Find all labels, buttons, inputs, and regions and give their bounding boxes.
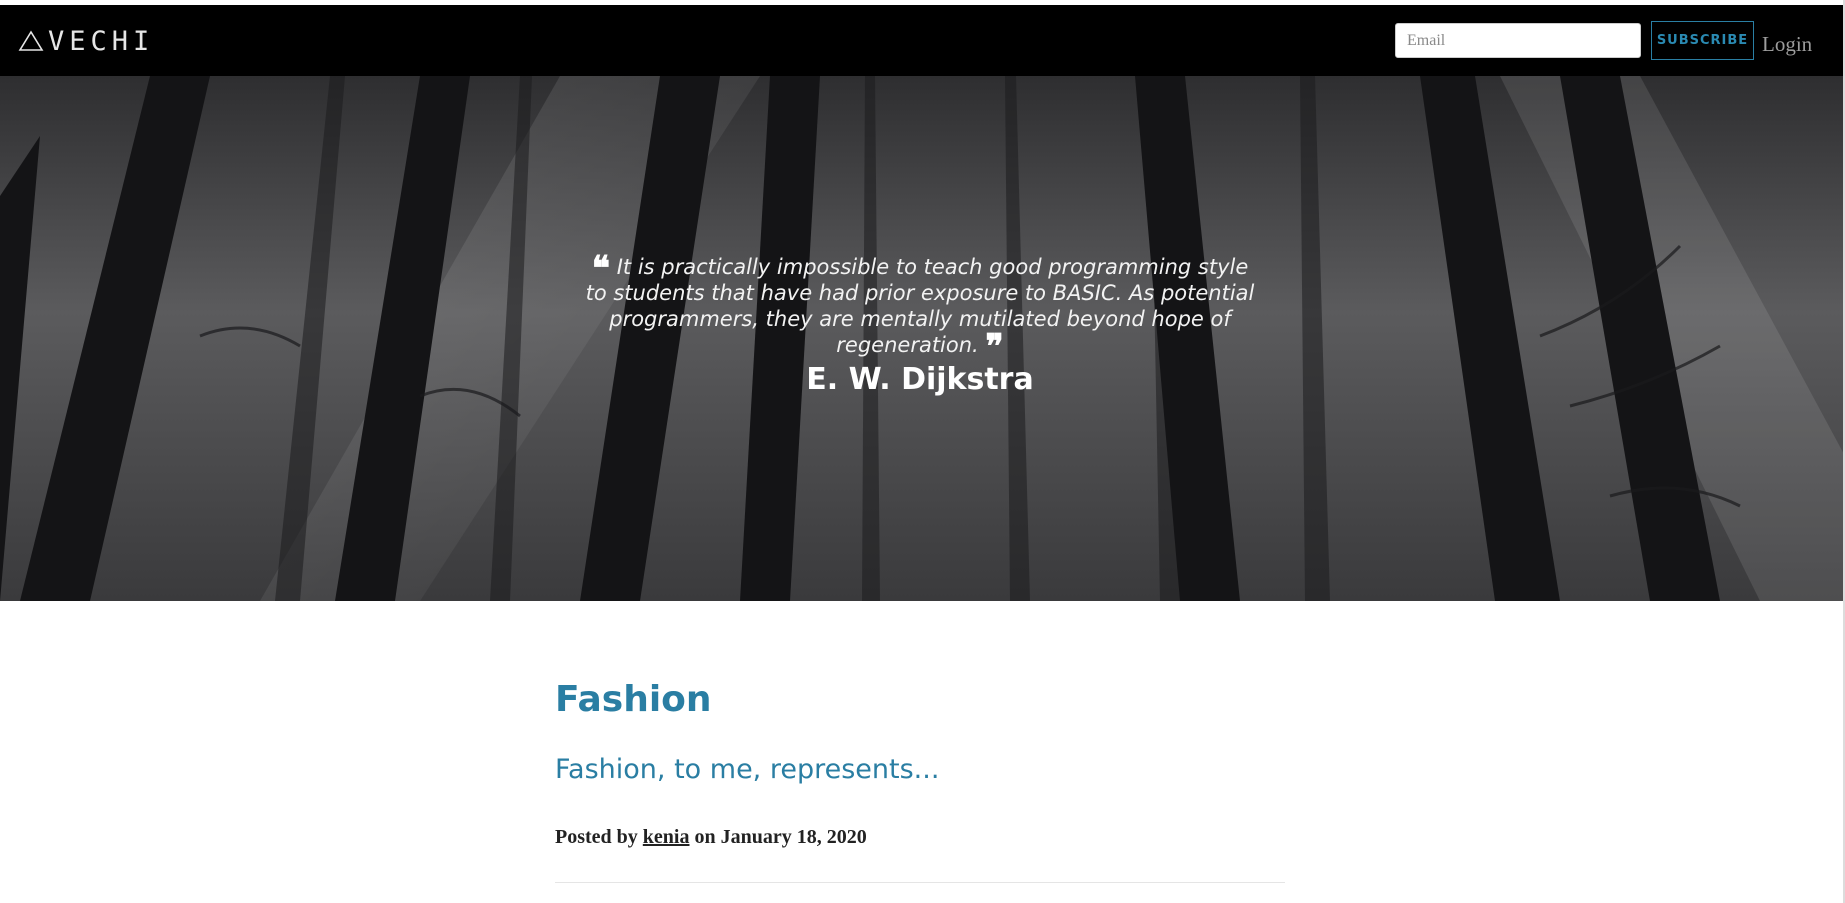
- post-date: January 18, 2020: [720, 826, 867, 848]
- post-author-link[interactable]: kenia: [643, 826, 690, 848]
- hero-banner: ❝ It is practically impossible to teach …: [0, 76, 1845, 601]
- subscribe-button[interactable]: SUBSCRIBE: [1651, 21, 1754, 60]
- post-meta-prefix: Posted by: [555, 826, 638, 848]
- post-subtitle[interactable]: Fashion, to me, represents...: [555, 754, 939, 785]
- post-meta: Posted by kenia on January 18, 2020: [555, 826, 867, 849]
- brand-logo[interactable]: VECHI: [18, 23, 154, 59]
- brand-name: VECHI: [48, 25, 155, 57]
- email-input[interactable]: [1395, 23, 1641, 58]
- login-link[interactable]: Login: [1762, 29, 1812, 59]
- quote-author: E. W. Dijkstra: [806, 362, 1034, 397]
- post-meta-on: on: [694, 826, 716, 848]
- quote-close-icon: ❞: [985, 327, 1004, 367]
- navbar: VECHI SUBSCRIBE Login: [0, 5, 1845, 76]
- hero-quote: ❝ It is practically impossible to teach …: [585, 249, 1255, 397]
- triangle-icon: [18, 30, 44, 51]
- quote-text: It is practically impossible to teach go…: [585, 255, 1255, 357]
- quote-open-icon: ❝: [591, 249, 611, 289]
- post-title[interactable]: Fashion: [555, 679, 712, 720]
- divider: [555, 882, 1285, 883]
